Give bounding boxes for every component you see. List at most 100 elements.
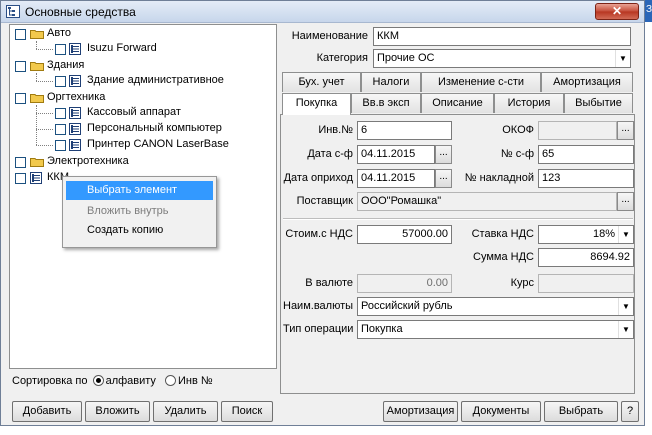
tree-node-label[interactable]: Здание административное [87,74,224,86]
tree-checkbox[interactable] [55,108,66,119]
cost-label: Стоим.с НДС [285,228,353,240]
tree-node-label[interactable]: Isuzu Forward [87,42,157,54]
tab-disposal[interactable]: Выбытие [564,93,633,113]
tab-accounting[interactable]: Бух. учет [282,72,361,92]
tree-node-label[interactable]: Оргтехника [47,91,105,103]
menu-item-nest-inside[interactable]: Вложить внутрь [66,202,213,221]
sort-option-alphabet[interactable]: алфавиту [106,375,156,387]
item-icon [69,139,81,151]
tree-connector [36,129,53,130]
chevron-down-icon[interactable]: ▼ [618,298,633,315]
invoice-no-label: № с-ф [500,148,534,160]
tree-checkbox[interactable] [55,140,66,151]
tree-node-label[interactable]: Персональный компьютер [87,122,222,134]
category-value: Прочие ОС [377,52,435,64]
tree-checkbox[interactable] [55,124,66,135]
receipt-date-picker-button[interactable]: ... [435,169,452,188]
operation-type-select[interactable]: Покупка ▼ [357,320,634,339]
receipt-date-input[interactable]: 04.11.2015 [357,169,435,188]
currency-name-value: Российский рубль [361,300,453,312]
operation-type-label: Тип операции [283,323,354,335]
help-button[interactable]: ? [621,401,639,422]
tree-node-label[interactable]: Электротехника [47,155,129,167]
sort-radio-inv[interactable] [165,375,176,386]
tree-connector [36,81,53,82]
tree-checkbox[interactable] [55,76,66,87]
chevron-down-icon[interactable]: ▼ [618,321,633,338]
name-input[interactable]: ККМ [373,27,631,46]
add-button[interactable]: Добавить [12,401,82,422]
context-menu: Выбрать элемент Вложить внутрь Создать к… [62,176,217,248]
folder-icon [30,94,44,103]
vat-sum-input[interactable]: 8694.92 [538,248,634,267]
tree-checkbox[interactable] [55,44,66,55]
menu-item-create-copy[interactable]: Создать копию [66,221,213,240]
tree-checkbox[interactable] [15,29,26,40]
tab-history[interactable]: История [494,93,564,113]
tab-purchase[interactable]: Покупка [282,93,351,115]
currency-amount-input[interactable]: 0.00 [357,274,452,293]
tab-commissioning[interactable]: Вв.в эксп [351,93,421,113]
chevron-down-icon[interactable]: ▼ [618,226,633,243]
vat-rate-value: 18% [592,228,615,240]
inv-input[interactable]: 6 [357,121,452,140]
close-icon: ✕ [611,4,623,18]
documents-button[interactable]: Документы [461,401,541,422]
item-icon [30,172,42,184]
delete-button[interactable]: Удалить [153,401,218,422]
tree-checkbox[interactable] [15,93,26,104]
menu-item-select-element[interactable]: Выбрать элемент [66,181,213,200]
okof-input[interactable] [538,121,617,140]
tab-cost-change[interactable]: Изменение с-сти [421,72,541,92]
rate-input[interactable] [538,274,634,293]
title-bar[interactable]: Основные средства ✕ [1,1,644,23]
tree-connector [36,113,53,114]
invoice-date-input[interactable]: 04.11.2015 [357,145,435,164]
folder-icon [30,30,44,39]
tree-connector [36,41,37,49]
invoice-date-picker-button[interactable]: ... [435,145,452,164]
okof-browse-button[interactable]: ... [617,121,634,140]
nest-button[interactable]: Вложить [85,401,150,422]
name-label: Наименование [291,30,368,42]
invoice-no-input[interactable]: 65 [538,145,634,164]
tree-connector [36,145,53,146]
tree-checkbox[interactable] [15,173,26,184]
rate-label: Курс [510,277,534,289]
app-tree-icon [6,5,20,18]
receipt-date-label: Дата оприход [283,172,353,184]
currency-name-label: Наим.валюты [283,300,354,312]
close-button[interactable]: ✕ [595,3,639,20]
tree-node-label[interactable]: Кассовый аппарат [87,106,181,118]
waybill-label: № накладной [464,172,534,184]
background-window-title-fragment: Зг [646,4,652,15]
search-button[interactable]: Поиск [221,401,273,422]
window-title: Основные средства [25,5,136,19]
tree-checkbox[interactable] [15,157,26,168]
tab-taxes[interactable]: Налоги [361,72,421,92]
currency-amount-label: В валюте [305,277,353,289]
tree-checkbox[interactable] [15,61,26,72]
chevron-down-icon[interactable]: ▼ [615,50,630,67]
supplier-browse-button[interactable]: ... [617,192,634,211]
tab-description[interactable]: Описание [421,93,494,113]
sort-option-inv[interactable]: Инв № [178,375,213,387]
sort-radio-alphabet[interactable] [92,375,104,386]
item-icon [69,107,81,119]
tree-node-label[interactable]: Авто [47,27,71,39]
cost-input[interactable]: 57000.00 [357,225,452,244]
category-select[interactable]: Прочие ОС ▼ [373,49,631,68]
select-button[interactable]: Выбрать [544,401,618,422]
tree-node-label[interactable]: Принтер CANON LaserBase [87,138,229,150]
waybill-input[interactable]: 123 [538,169,634,188]
currency-name-select[interactable]: Российский рубль ▼ [357,297,634,316]
category-label: Категория [316,52,368,64]
vat-rate-select[interactable]: 18% ▼ [538,225,634,244]
item-icon [69,43,81,55]
okof-label: ОКОФ [502,124,534,136]
tab-depreciation[interactable]: Амортизация [541,72,633,92]
depreciation-button[interactable]: Амортизация [383,401,458,422]
supplier-input[interactable]: ООО"Ромашка" [357,192,617,211]
tree-node-label[interactable]: Здания [47,59,84,71]
tree-connector [36,105,37,145]
